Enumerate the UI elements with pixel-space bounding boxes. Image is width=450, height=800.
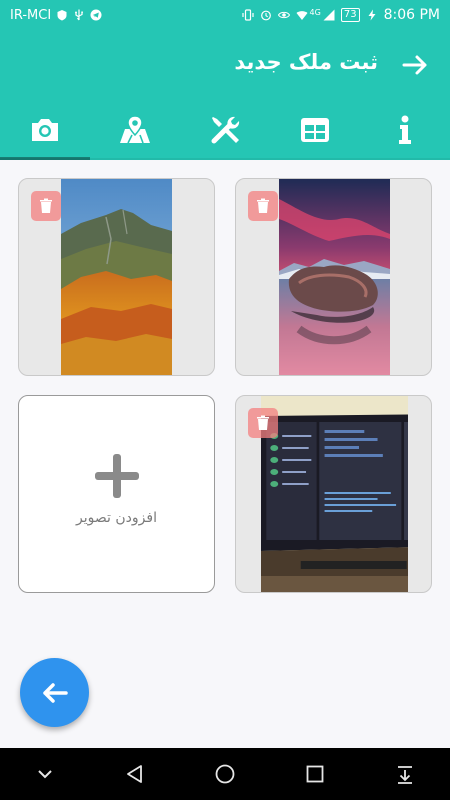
photo-card-1[interactable] — [18, 178, 215, 376]
shield-icon — [57, 10, 67, 21]
delete-photo-button[interactable] — [31, 191, 61, 221]
info-icon — [399, 115, 411, 144]
tab-info[interactable] — [360, 100, 450, 160]
photo-monitor-screen — [261, 396, 408, 592]
tools-icon — [211, 116, 240, 144]
usb-icon — [75, 9, 84, 21]
map-icon — [120, 115, 150, 144]
notification-pull-icon[interactable] — [394, 763, 416, 785]
photo-card-3[interactable] — [235, 395, 432, 593]
vibrate-icon — [241, 9, 254, 21]
tab-map[interactable] — [90, 100, 180, 160]
nav-home-icon[interactable] — [214, 763, 236, 785]
table-icon — [301, 118, 329, 142]
trash-icon — [257, 415, 269, 430]
tab-details[interactable] — [270, 100, 360, 160]
plus-icon — [94, 454, 139, 498]
chevron-down-icon[interactable] — [34, 763, 56, 785]
photo-autumn-mountain — [61, 179, 172, 375]
nav-recents-icon[interactable] — [304, 763, 326, 785]
clock: 8:06 PM — [383, 7, 440, 23]
app-bar: ثبت ملک جدید — [0, 30, 450, 100]
arrow-back-icon — [42, 682, 68, 703]
charging-icon — [368, 9, 376, 21]
alarm-icon — [260, 10, 271, 21]
previous-step-button[interactable] — [20, 658, 89, 727]
wifi-icon — [296, 11, 308, 20]
battery-indicator: 73 — [340, 8, 360, 22]
trash-icon — [40, 198, 52, 213]
nav-back-icon[interactable] — [124, 763, 146, 785]
tab-tools[interactable] — [180, 100, 270, 160]
telegram-icon — [90, 9, 102, 21]
tab-photos[interactable] — [0, 100, 90, 160]
trash-icon — [257, 198, 269, 213]
network-type: 4G — [309, 7, 321, 17]
tab-divider — [0, 158, 450, 160]
carrier-label: IR-MCI — [10, 7, 52, 23]
add-photo-button[interactable]: افزودن تصویر — [18, 395, 215, 593]
photo-grid: افزودن تصویر — [18, 178, 432, 593]
status-bar: IR-MCI 4G 73 8:06 PM — [0, 0, 450, 30]
arrow-forward-icon[interactable] — [400, 50, 430, 80]
system-nav-bar — [0, 748, 450, 800]
page-title: ثبت ملک جدید — [234, 50, 378, 74]
tab-bar — [0, 100, 450, 160]
signal-icon — [323, 9, 335, 21]
camera-icon — [32, 119, 58, 141]
battery-level: 73 — [343, 9, 357, 20]
eye-icon — [277, 11, 290, 19]
delete-photo-button[interactable] — [248, 191, 278, 221]
photo-lake-rock — [279, 179, 390, 375]
photo-card-2[interactable] — [235, 178, 432, 376]
delete-photo-button[interactable] — [248, 408, 278, 438]
add-photo-label: افزودن تصویر — [76, 510, 157, 526]
